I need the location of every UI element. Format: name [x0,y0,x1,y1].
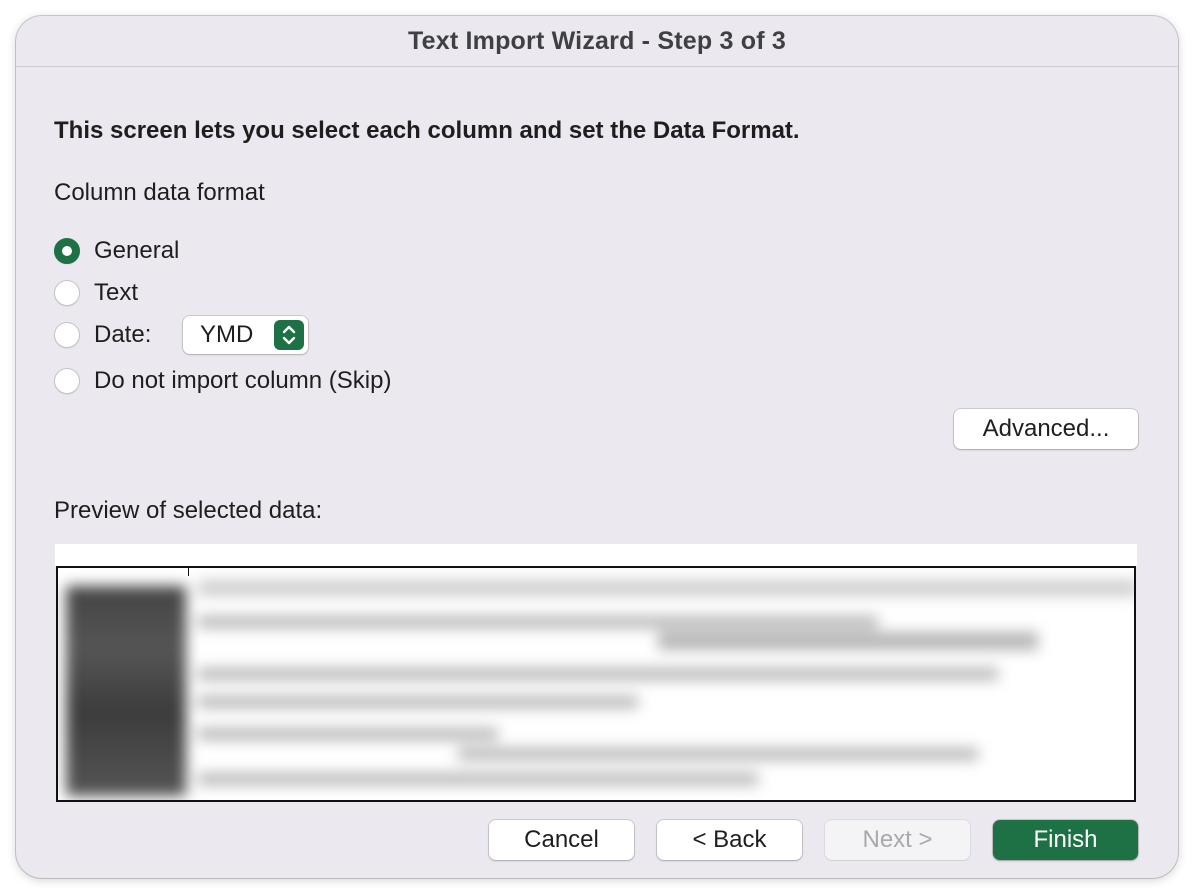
next-button: Next > [825,820,970,860]
preview-line [198,668,998,680]
preview-line [658,632,1038,650]
preview-header-row [55,544,1137,566]
preview-line [198,728,498,740]
radio-date-control[interactable] [54,322,80,348]
preview-line [198,773,758,785]
obscured-preview-content [58,568,1134,800]
radio-text[interactable]: Text [54,277,138,309]
column-data-format-label: Column data format [54,179,265,206]
chevron-up-down-icon[interactable] [274,320,304,350]
radio-general[interactable]: General [54,235,179,267]
preview-line [458,748,978,760]
radio-text-control[interactable] [54,280,80,306]
cancel-button[interactable]: Cancel [489,820,634,860]
radio-date[interactable]: Date: [54,319,151,351]
preview-line [198,616,878,628]
radio-selected-dot [62,246,72,256]
data-preview-table[interactable] [56,566,1136,802]
back-button[interactable]: < Back [657,820,802,860]
text-import-wizard-dialog: Text Import Wizard - Step 3 of 3 This sc… [16,16,1178,878]
window-title: Text Import Wizard - Step 3 of 3 [408,26,786,55]
selected-column-highlight [66,586,186,796]
radio-skip-control[interactable] [54,368,80,394]
radio-general-control[interactable] [54,238,80,264]
preview-label: Preview of selected data: [54,497,323,524]
advanced-button[interactable]: Advanced... [954,409,1138,449]
finish-button[interactable]: Finish [993,820,1138,860]
preview-line [198,580,1134,596]
radio-general-label[interactable]: General [94,237,179,265]
preview-line [198,696,638,708]
radio-text-label[interactable]: Text [94,279,138,307]
instructions-heading: This screen lets you select each column … [54,117,800,144]
radio-skip-label[interactable]: Do not import column (Skip) [94,367,391,395]
date-format-value: YMD [200,321,254,348]
title-bar: Text Import Wizard - Step 3 of 3 [16,16,1178,67]
radio-date-label[interactable]: Date: [94,321,151,349]
radio-skip[interactable]: Do not import column (Skip) [54,365,391,397]
date-format-select[interactable]: YMD [183,316,308,354]
